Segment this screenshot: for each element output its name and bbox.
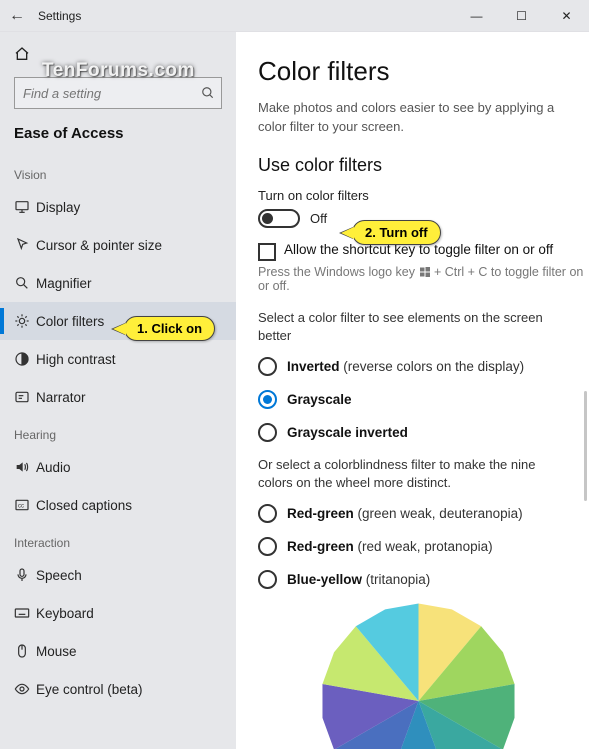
sidebar-section-title: Ease of Access [0,123,236,156]
minimize-button[interactable]: — [454,0,499,32]
radio-button[interactable] [258,423,277,442]
sidebar-item-label: Eye control (beta) [36,682,143,697]
sidebar-item-label: Display [36,200,80,215]
color-filters-toggle[interactable] [258,209,300,228]
section-heading: Use color filters [258,155,589,176]
radio-button[interactable] [258,537,277,556]
sidebar-item-closed-captions[interactable]: cc Closed captions [0,486,236,524]
scrollbar[interactable] [584,391,587,501]
svg-text:cc: cc [18,504,24,510]
narrator-icon [14,389,36,405]
sidebar-item-label: Closed captions [36,498,132,513]
radio-label: Red-green (red weak, protanopia) [287,539,493,554]
maximize-button[interactable]: ☐ [499,0,544,32]
back-button[interactable]: ← [6,7,28,25]
radio-blue-yellow[interactable]: Blue-yellow (tritanopia) [258,570,589,589]
radio-label: Red-green (green weak, deuteranopia) [287,506,523,521]
sidebar-item-display[interactable]: Display [0,188,236,226]
search-input[interactable] [23,86,201,101]
sidebar-item-label: Narrator [36,390,86,405]
sidebar-item-narrator[interactable]: Narrator [0,378,236,416]
radio-grayscale[interactable]: Grayscale [258,390,589,409]
sidebar-item-label: Audio [36,460,71,475]
main-panel: Color filters Make photos and colors eas… [236,32,589,749]
display-icon [14,199,36,215]
sidebar-group-label: Interaction [0,524,236,556]
toggle-state: Off [310,211,327,226]
sidebar-item-cursor-pointer-size[interactable]: Cursor & pointer size [0,226,236,264]
page-title: Color filters [258,56,589,87]
radio-inverted[interactable]: Inverted (reverse colors on the display) [258,357,589,376]
radio-red-green[interactable]: Red-green (red weak, protanopia) [258,537,589,556]
home-icon[interactable] [14,46,30,62]
audio-icon [14,459,36,475]
sidebar-item-speech[interactable]: Speech [0,556,236,594]
sidebar-item-audio[interactable]: Audio [0,448,236,486]
sidebar-group-label: Hearing [0,416,236,448]
callout-click-on: 1. Click on [124,316,215,341]
page-description: Make photos and colors easier to see by … [258,99,589,137]
radio-label: Grayscale inverted [287,425,408,440]
keyboard-icon [14,605,36,621]
windows-logo-icon [419,266,431,278]
cursor-icon [14,237,36,253]
filter-group1-desc: Select a color filter to see elements on… [258,309,589,345]
radio-red-green[interactable]: Red-green (green weak, deuteranopia) [258,504,589,523]
eye-icon [14,681,36,697]
sidebar-item-eye-control-beta-[interactable]: Eye control (beta) [0,670,236,708]
radio-grayscale-inverted[interactable]: Grayscale inverted [258,423,589,442]
color-wheel-preview [321,603,516,749]
shortcut-checkbox[interactable] [258,243,276,261]
radio-label: Inverted (reverse colors on the display) [287,359,524,374]
sidebar-item-label: Speech [36,568,82,583]
sidebar-item-label: Cursor & pointer size [36,238,162,253]
watermark: TenForums.com [42,60,195,82]
radio-button[interactable] [258,357,277,376]
shortcut-hint: Press the Windows logo key + Ctrl + C to… [258,265,589,293]
colorfilters-icon [14,313,36,329]
sidebar-group-label: Vision [0,156,236,188]
sidebar-item-keyboard[interactable]: Keyboard [0,594,236,632]
sidebar-item-label: Keyboard [36,606,94,621]
magnifier-icon [14,275,36,291]
speech-icon [14,567,36,583]
radio-button[interactable] [258,504,277,523]
radio-label: Blue-yellow (tritanopia) [287,572,430,587]
close-button[interactable]: ✕ [544,0,589,32]
highcontrast-icon [14,351,36,367]
sidebar-item-label: Mouse [36,644,77,659]
callout-turn-off: 2. Turn off [352,220,441,245]
filter-group2-desc: Or select a colorblindness filter to mak… [258,456,589,492]
mouse-icon [14,643,36,659]
sidebar-item-magnifier[interactable]: Magnifier [0,264,236,302]
radio-button[interactable] [258,570,277,589]
radio-label: Grayscale [287,392,352,407]
captions-icon: cc [14,497,36,513]
search-icon [201,86,215,100]
sidebar-item-high-contrast[interactable]: High contrast [0,340,236,378]
radio-button[interactable] [258,390,277,409]
sidebar-item-label: Color filters [36,314,104,329]
sidebar-item-mouse[interactable]: Mouse [0,632,236,670]
titlebar: ← Settings — ☐ ✕ [0,0,589,32]
sidebar-item-label: High contrast [36,352,116,367]
toggle-label: Turn on color filters [258,188,589,203]
window-title: Settings [38,9,81,23]
sidebar: Ease of Access Vision Display Cursor & poi… [0,32,236,749]
sidebar-item-label: Magnifier [36,276,92,291]
